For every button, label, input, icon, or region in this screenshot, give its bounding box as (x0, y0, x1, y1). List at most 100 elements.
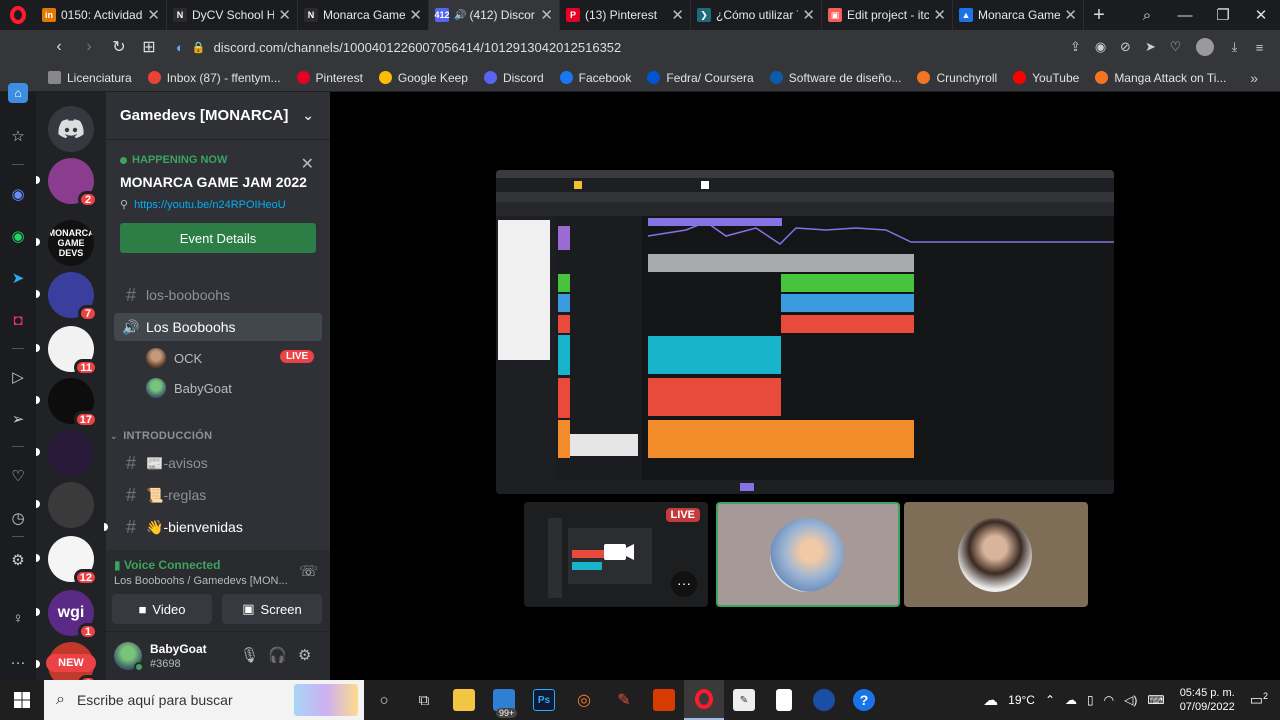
close-icon[interactable]: ✕ (301, 154, 314, 174)
opera-logo-icon[interactable] (0, 0, 36, 30)
server-icon[interactable] (36, 430, 94, 476)
close-tab-icon[interactable]: ✕ (802, 6, 815, 24)
player-icon[interactable]: ▷ (8, 367, 28, 387)
camera-icon[interactable]: ◉ (1088, 39, 1113, 55)
server-icon[interactable]: 11 (36, 326, 98, 376)
new-servers-pill[interactable]: NEW (46, 654, 96, 672)
whatsapp-icon[interactable]: ◉ (8, 226, 28, 246)
taskbar-search[interactable]: ⌕ Escribe aquí para buscar (44, 680, 364, 720)
screen-share-button[interactable]: ▣ Screen (222, 594, 322, 624)
share-icon[interactable]: ⇪ (1063, 39, 1088, 55)
weather-icon[interactable]: ☁ (983, 691, 998, 709)
help-icon[interactable]: ? (844, 680, 884, 720)
close-tab-icon[interactable]: ✕ (409, 6, 422, 24)
event-link[interactable]: ⚲ https://youtu.be/n24RPOIHeoU (120, 198, 316, 212)
reload-button[interactable]: ↻ (104, 37, 134, 57)
star-icon[interactable]: ☆ (8, 126, 28, 146)
clock[interactable]: 05:45 p. m. 07/09/2022 (1180, 686, 1235, 714)
send-flow-icon[interactable]: ➢ (8, 409, 28, 429)
heart-icon[interactable]: ♡ (1163, 39, 1188, 55)
bookmark-item[interactable]: Crunchyroll (917, 71, 997, 85)
weather-temp[interactable]: 19°C (1008, 693, 1035, 707)
server-icon[interactable]: 12 (36, 536, 98, 586)
photoshop-icon[interactable]: Ps (524, 680, 564, 720)
screen-share-view[interactable] (496, 170, 1114, 494)
history-icon[interactable]: ◷ (8, 508, 28, 528)
chevron-up-icon[interactable]: ⌃ (1045, 693, 1055, 707)
browser-tab[interactable]: ▣ Edit project - itc ✕ (822, 0, 953, 30)
inkscape-icon[interactable]: ✎ (724, 680, 764, 720)
blender-icon[interactable]: ◎ (564, 680, 604, 720)
server-icon[interactable] (36, 482, 94, 528)
close-tab-icon[interactable]: ✕ (540, 6, 553, 24)
bookmark-item[interactable]: Discord (483, 71, 544, 85)
search-tabs-icon[interactable]: ⌕ (1128, 7, 1166, 24)
file-explorer-icon[interactable] (444, 680, 484, 720)
close-tab-icon[interactable]: ✕ (278, 6, 291, 24)
discord-home-button[interactable] (48, 106, 94, 152)
settings-icon[interactable]: ⚙ (8, 550, 28, 570)
language-icon[interactable]: ⌨ (1147, 693, 1164, 707)
pencil-app-icon[interactable]: ✎ (604, 680, 644, 720)
bookmark-item[interactable]: Licenciatura (48, 71, 132, 85)
notepad-icon[interactable] (764, 680, 804, 720)
close-tab-icon[interactable]: ✕ (933, 6, 946, 24)
volume-icon[interactable]: ◁) (1124, 693, 1137, 707)
channel-reglas[interactable]: # 📜 -reglas (114, 481, 322, 509)
microphone-icon[interactable]: 🎙 (240, 646, 259, 664)
notifications-icon[interactable]: ▭2 (1250, 691, 1268, 709)
profile-avatar[interactable] (1196, 38, 1214, 56)
bookmark-item[interactable]: Facebook (559, 71, 631, 85)
bookmark-item[interactable]: Fedra/ Coursera (647, 71, 754, 85)
server-icon[interactable]: 2 (36, 158, 98, 208)
mail-icon[interactable]: 99+ (484, 680, 524, 720)
adblock-icon[interactable]: ⊘ (1113, 39, 1138, 55)
send-icon[interactable]: ➤ (1138, 39, 1163, 55)
event-details-button[interactable]: Event Details (120, 223, 316, 253)
bookmark-item[interactable]: Pinterest (296, 71, 363, 85)
guild-header[interactable]: Gamedevs [MONARCA] ⌄ (106, 92, 330, 140)
bookmark-item[interactable]: YouTube (1013, 71, 1079, 85)
bluestacks-icon[interactable] (804, 680, 844, 720)
tips-icon[interactable]: ♀ (8, 608, 28, 628)
server-icon[interactable]: MONARCA GAME DEVS (36, 220, 94, 266)
close-tab-icon[interactable]: ✕ (671, 6, 684, 24)
more-icon[interactable]: ··· (8, 652, 28, 672)
minimize-button[interactable]: — (1166, 7, 1204, 24)
chevron-down-icon[interactable]: ⌄ (302, 107, 314, 124)
server-icon[interactable]: wgi 1 (36, 590, 98, 640)
bookmark-item[interactable]: Manga Attack on Ti... (1095, 71, 1226, 85)
restore-button[interactable]: ❐ (1204, 6, 1242, 24)
video-button[interactable]: ■ Video (112, 594, 212, 624)
gear-icon[interactable]: ⚙ (298, 646, 311, 664)
speaker-icon[interactable]: 🔊 (454, 10, 466, 21)
browser-tab[interactable]: ❯ ¿Cómo utilizar T ✕ (691, 0, 822, 30)
download-icon[interactable]: ⤓ (1222, 39, 1247, 55)
office-icon[interactable] (644, 680, 684, 720)
bookmark-item[interactable]: Google Keep (378, 71, 468, 85)
stream-tile-ock[interactable]: ··· LIVE (524, 502, 708, 607)
close-window-button[interactable]: ✕ (1242, 6, 1280, 24)
usb-icon[interactable]: ▯ (1087, 693, 1094, 707)
heart-icon[interactable]: ♡ (8, 466, 28, 486)
server-icon[interactable]: 7 (36, 272, 98, 322)
messenger-icon[interactable]: ◉ (8, 184, 28, 204)
close-tab-icon[interactable]: ✕ (1064, 6, 1077, 24)
url-field[interactable]: ◐ 🔒 discord.com/channels/100040122600705… (176, 40, 621, 55)
disconnect-icon[interactable]: ☏ (299, 562, 318, 580)
bookmark-item[interactable]: Inbox (87) - ffentym... (147, 71, 281, 85)
voice-user-babygoat[interactable]: BabyGoat (146, 376, 232, 400)
bookmarks-more-icon[interactable]: » (1250, 70, 1258, 86)
bookmark-item[interactable]: Software de diseño... (769, 71, 901, 85)
browser-tab[interactable]: 412 🔊 (412) Discor ✕ (429, 0, 560, 30)
windows-start-button[interactable] (0, 680, 44, 720)
browser-tab[interactable]: P (13) Pinterest ✕ (560, 0, 691, 30)
speed-dial-home-icon[interactable]: ⌂ (8, 83, 28, 103)
back-button[interactable]: ‹ (44, 38, 74, 56)
new-tab-button[interactable]: + (1084, 4, 1114, 27)
voice-channel-los-booboohs[interactable]: 🔊 Los Booboohs (114, 313, 322, 341)
vpn-icon[interactable]: ◐ (176, 40, 184, 55)
voice-user-ock[interactable]: OCK (146, 346, 202, 370)
browser-tab[interactable]: N DyCV School Ho ✕ (167, 0, 298, 30)
lock-icon[interactable]: 🔒 (192, 41, 206, 54)
